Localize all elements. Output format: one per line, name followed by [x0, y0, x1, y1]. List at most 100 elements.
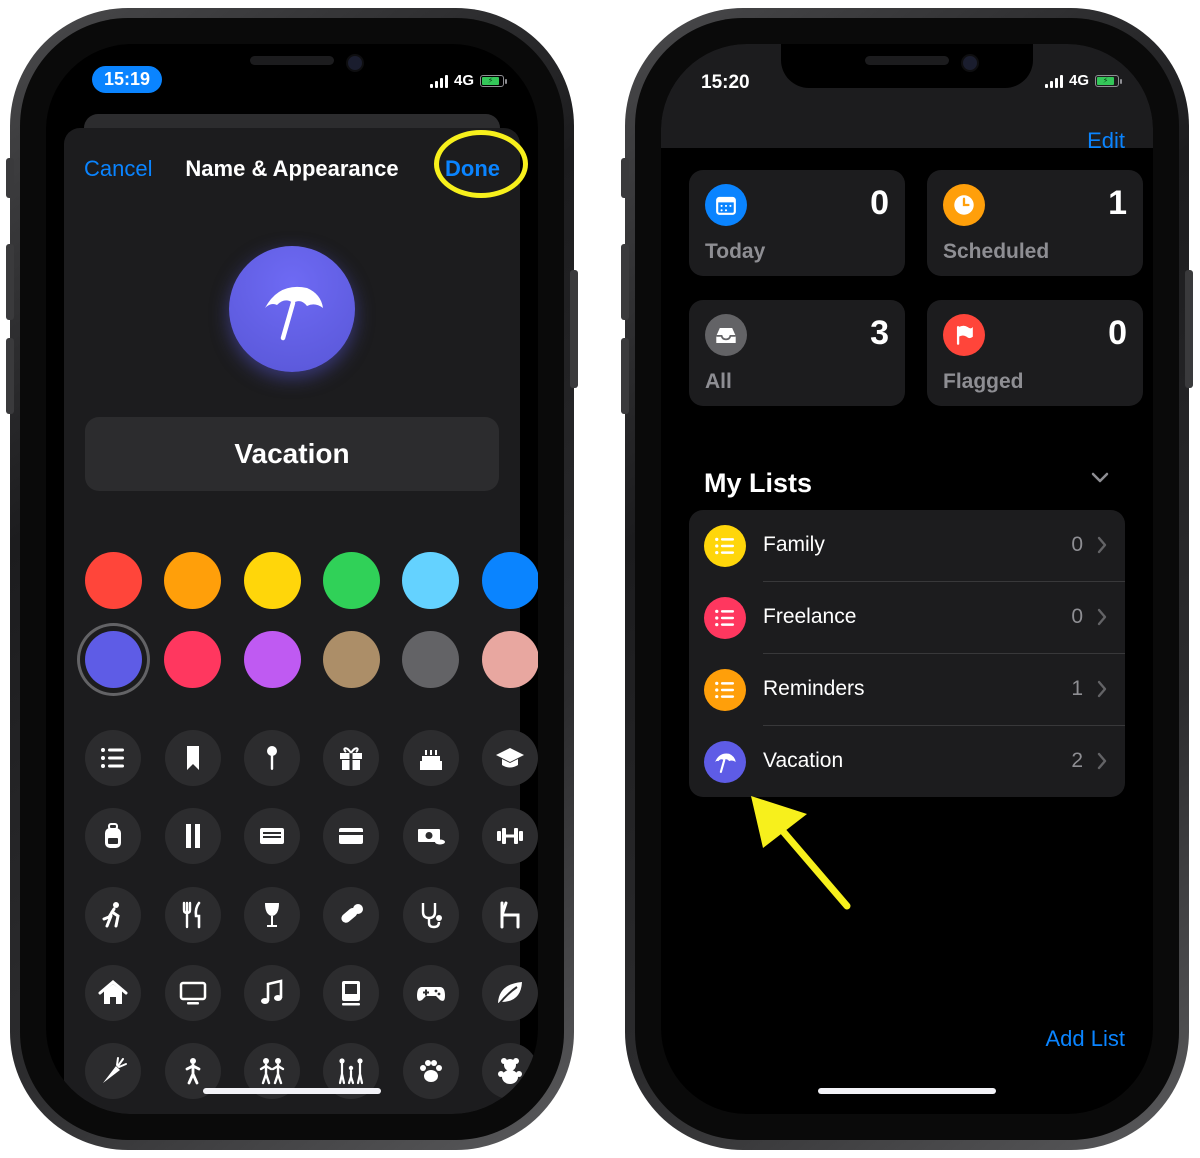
smart-list-card-all[interactable]: 3 All: [689, 300, 905, 406]
color-swatch[interactable]: [244, 552, 301, 609]
list-icon-preview: [229, 246, 355, 372]
document-glyph-button[interactable]: [244, 808, 300, 864]
card-count: 0: [870, 184, 889, 222]
teddy-bear-icon: [498, 1058, 522, 1084]
status-indicators: 4G ⚡: [429, 72, 507, 89]
graduation-cap-glyph-button[interactable]: [482, 730, 538, 786]
screen-left: 15:19 4G ⚡ Name & Appearance Cancel Done: [46, 44, 538, 1114]
yellow-arrow-annotation: [751, 796, 851, 910]
stethoscope-glyph-button[interactable]: [403, 887, 459, 943]
color-swatch[interactable]: [85, 631, 142, 688]
color-swatch[interactable]: [482, 631, 538, 688]
paw-glyph-button[interactable]: [403, 1043, 459, 1099]
music-note-glyph-button[interactable]: [244, 965, 300, 1021]
money-glyph-button[interactable]: [403, 808, 459, 864]
gift-glyph-button[interactable]: [323, 730, 379, 786]
house-glyph-button[interactable]: [85, 965, 141, 1021]
list-name: Family: [763, 533, 825, 556]
tv-glyph-button[interactable]: [165, 965, 221, 1021]
gift-icon: [340, 747, 362, 770]
paw-icon: [420, 1060, 442, 1082]
computer-icon: [342, 981, 360, 1006]
dumbbell-icon: [497, 828, 523, 844]
carrot-glyph-button[interactable]: [85, 1043, 141, 1099]
backpack-glyph-button[interactable]: [85, 808, 141, 864]
front-camera: [346, 54, 364, 72]
teddy-bear-glyph-button[interactable]: [482, 1043, 538, 1099]
side-button: [1185, 270, 1193, 388]
color-swatch[interactable]: [482, 552, 538, 609]
speaker: [250, 56, 334, 65]
card-icon: [705, 184, 747, 226]
home-indicator[interactable]: [818, 1088, 996, 1094]
list-row-family[interactable]: Family 0: [689, 510, 1125, 582]
battery-icon: ⚡: [1095, 74, 1122, 87]
chair-glyph-button[interactable]: [482, 887, 538, 943]
list-icon: [101, 748, 124, 768]
cancel-button[interactable]: Cancel: [84, 156, 152, 182]
add-list-button[interactable]: Add List: [1046, 1026, 1126, 1052]
list-name-field[interactable]: Vacation: [85, 417, 499, 491]
computer-glyph-button[interactable]: [323, 965, 379, 1021]
list-color-icon: [704, 597, 746, 639]
list-row-freelance[interactable]: Freelance 0: [689, 582, 1125, 654]
list-name: Vacation: [763, 749, 844, 772]
smart-list-card-scheduled[interactable]: 1 Scheduled: [927, 170, 1143, 276]
smart-list-card-flagged[interactable]: 0 Flagged: [927, 300, 1143, 406]
list-row-reminders[interactable]: Reminders 1: [689, 654, 1125, 726]
list-icon: [715, 537, 735, 555]
bookmark-glyph-button[interactable]: [165, 730, 221, 786]
phone-left: 15:19 4G ⚡ Name & Appearance Cancel Done: [6, 8, 578, 1150]
side-button: [570, 270, 578, 388]
my-lists-title: My Lists: [704, 468, 813, 498]
notch: [166, 44, 418, 88]
color-swatch[interactable]: [164, 631, 221, 688]
pencil-ruler-icon: [186, 824, 200, 848]
battery-icon: ⚡: [480, 74, 507, 87]
runner-glyph-button[interactable]: [85, 887, 141, 943]
dumbbell-glyph-button[interactable]: [482, 808, 538, 864]
game-controller-glyph-button[interactable]: [403, 965, 459, 1021]
pin-glyph-button[interactable]: [244, 730, 300, 786]
card-label: Flagged: [943, 370, 1024, 393]
list-glyph-button[interactable]: [85, 730, 141, 786]
volume-down-button: [621, 338, 629, 414]
wine-glass-glyph-button[interactable]: [244, 887, 300, 943]
color-swatch[interactable]: [323, 552, 380, 609]
volume-down-button: [6, 338, 14, 414]
mute-switch: [621, 158, 629, 198]
birthday-cake-glyph-button[interactable]: [403, 730, 459, 786]
card-label: Scheduled: [943, 240, 1050, 263]
edit-button[interactable]: Edit: [1087, 128, 1125, 154]
pencil-ruler-glyph-button[interactable]: [165, 808, 221, 864]
chevron-down-icon[interactable]: [1091, 472, 1109, 484]
card-label: Today: [705, 240, 766, 263]
network-type: 4G: [1068, 72, 1089, 89]
color-swatch[interactable]: [323, 631, 380, 688]
smart-list-card-today[interactable]: 0 Today: [689, 170, 905, 276]
color-swatch[interactable]: [164, 552, 221, 609]
graduation-cap-icon: [496, 748, 524, 768]
color-swatch[interactable]: [402, 631, 459, 688]
clock-icon: [954, 195, 974, 215]
pills-glyph-button[interactable]: [323, 887, 379, 943]
list-count: 2: [1071, 749, 1083, 772]
volume-up-button: [621, 244, 629, 320]
card-icon: [943, 314, 985, 356]
my-lists-group: Family 0 Freelance 0 Reminders 1 Vacation 2: [689, 510, 1125, 797]
color-swatch[interactable]: [244, 631, 301, 688]
notch: [781, 44, 1033, 88]
color-swatch[interactable]: [402, 552, 459, 609]
leaf-glyph-button[interactable]: [482, 965, 538, 1021]
done-highlight-circle: [434, 130, 528, 198]
phone-right: 15:20 4G ⚡ Edit 0 Today 1 Scheduled 3 All 0 Fla…: [621, 8, 1193, 1150]
house-icon: [98, 980, 128, 1004]
color-swatch[interactable]: [85, 552, 142, 609]
credit-card-glyph-button[interactable]: [323, 808, 379, 864]
fork-knife-glyph-button[interactable]: [165, 887, 221, 943]
home-indicator[interactable]: [203, 1088, 381, 1094]
signal-icon: [429, 74, 448, 88]
list-row-vacation[interactable]: Vacation 2: [689, 726, 1125, 798]
tv-icon: [179, 981, 207, 1005]
umbrella-icon: [715, 753, 736, 773]
